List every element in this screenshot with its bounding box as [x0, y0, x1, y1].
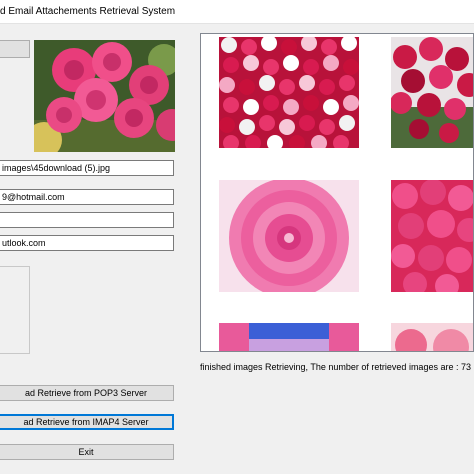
status-message: finished images Retrieving, The number o…	[200, 362, 471, 372]
title-bar: d Email Attachements Retrieval System	[0, 0, 474, 24]
close-button[interactable]	[446, 0, 474, 24]
gallery-image-4[interactable]	[391, 180, 473, 292]
retrieve-imap4-button[interactable]: ad Retrieve from IMAP4 Server	[0, 414, 174, 430]
gallery-image-2[interactable]	[391, 37, 473, 148]
gallery-image-6[interactable]	[391, 323, 473, 351]
gallery-image-3[interactable]	[219, 180, 359, 292]
maximize-button[interactable]	[418, 0, 446, 24]
window-title: d Email Attachements Retrieval System	[0, 6, 176, 17]
image-path-field[interactable]: images\45download (5).jpg	[0, 160, 174, 176]
password-field[interactable]	[0, 212, 174, 228]
gallery-image-1[interactable]	[219, 37, 359, 148]
empty-group-box	[0, 266, 30, 354]
window-controls	[390, 0, 474, 24]
retrieved-images-panel[interactable]	[200, 33, 474, 352]
gallery-image-5[interactable]	[219, 323, 359, 351]
mail-server-field[interactable]: utlook.com	[0, 235, 174, 251]
dahlia-photo	[219, 180, 359, 292]
retrieve-pop3-button[interactable]: ad Retrieve from POP3 Server	[0, 385, 174, 401]
mixed-roses-photo	[219, 37, 359, 148]
exit-button[interactable]: Exit	[0, 444, 174, 460]
rose-bouquet-photo	[34, 40, 175, 152]
email-address-field[interactable]: 9@hotmail.com	[0, 189, 174, 205]
blue-pink-photo	[219, 323, 359, 351]
dark-rose-bouquet-photo	[391, 37, 473, 148]
minimize-button[interactable]	[390, 0, 418, 24]
pink-roses-photo	[391, 180, 473, 292]
selected-image-preview	[34, 40, 175, 152]
pink-rose-photo	[391, 323, 473, 351]
browse-button[interactable]	[0, 40, 30, 58]
